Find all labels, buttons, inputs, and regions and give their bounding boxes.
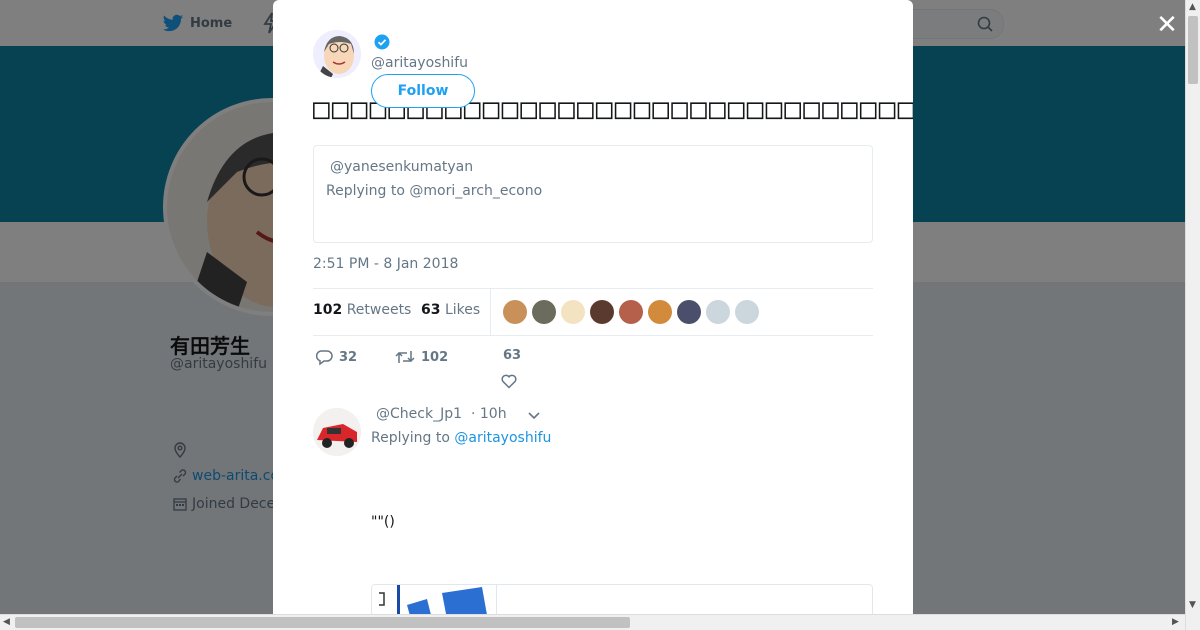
liker-avatar[interactable]: [532, 300, 556, 324]
tweet-author-avatar[interactable]: [313, 30, 361, 78]
liker-avatar[interactable]: [561, 300, 585, 324]
retweets-label: Retweets: [346, 302, 412, 318]
reply-button[interactable]: 32: [315, 348, 357, 366]
stats-divider: [490, 289, 491, 335]
liker-avatars: [503, 300, 759, 324]
reply-author-avatar[interactable]: [313, 408, 361, 456]
heart-icon[interactable]: [500, 372, 518, 390]
scroll-left-arrow[interactable]: ◀: [3, 617, 10, 627]
like-count: 63: [503, 348, 522, 363]
liker-avatar[interactable]: [677, 300, 701, 324]
liker-avatar[interactable]: [590, 300, 614, 324]
horizontal-scroll-thumb[interactable]: [15, 617, 630, 628]
vertical-scrollbar[interactable]: ▲ ▼: [1185, 0, 1200, 630]
like-count-label[interactable]: 63: [503, 348, 521, 363]
reply-time[interactable]: · 10h: [471, 406, 507, 422]
replying-prefix: Replying to: [371, 430, 450, 446]
liker-avatar[interactable]: [619, 300, 643, 324]
scroll-down-arrow[interactable]: ▼: [1189, 600, 1196, 610]
avatar-illustration: [313, 30, 361, 78]
retweets-stat[interactable]: 102 Retweets: [313, 302, 411, 318]
chevron-down-icon[interactable]: [527, 409, 541, 423]
reply-text: ""(): [371, 514, 395, 530]
liker-avatar[interactable]: [706, 300, 730, 324]
reply-author-handle[interactable]: @Check_Jp1: [376, 406, 462, 422]
quoted-tweet-card[interactable]: @yanesenkumatyan Replying to @mori_arch_…: [313, 145, 873, 243]
car-avatar-illustration: [313, 408, 361, 456]
quoted-handle: @yanesenkumatyan: [330, 159, 474, 175]
tweet-actions: 32 102 63: [313, 348, 873, 392]
tweet-stats: 102 Retweets 63 Likes: [313, 288, 873, 336]
retweet-icon: [395, 351, 415, 363]
reply-replying-to: Replying to @aritayoshifu: [371, 430, 551, 446]
tweet-author-handle[interactable]: @aritayoshifu: [371, 55, 468, 71]
thumbnail-illustration: [372, 585, 496, 614]
retweet-count: 102: [421, 349, 449, 365]
close-icon[interactable]: ✕: [1154, 12, 1180, 38]
likes-count: 63: [421, 302, 441, 318]
horizontal-scrollbar[interactable]: ◀ ▶: [0, 614, 1185, 630]
link-preview-card[interactable]: [371, 584, 873, 614]
retweet-button[interactable]: 102: [395, 348, 448, 366]
liker-avatar[interactable]: [503, 300, 527, 324]
link-preview-thumbnail: [372, 585, 497, 614]
reply-count: 32: [339, 349, 358, 365]
likes-label: Likes: [444, 302, 481, 318]
tweet-modal: @aritayoshifu □□□□□□□□□□□□□□□□□□□□□□□□□□…: [273, 0, 913, 614]
follow-button[interactable]: Follow: [371, 74, 475, 108]
reply-icon: [315, 350, 333, 366]
tweet-timestamp[interactable]: 2:51 PM - 8 Jan 2018: [313, 256, 458, 272]
scroll-up-arrow[interactable]: ▲: [1189, 2, 1196, 12]
vertical-scroll-thumb[interactable]: [1188, 16, 1198, 84]
likes-stat[interactable]: 63 Likes: [421, 302, 480, 318]
scroll-right-arrow[interactable]: ▶: [1172, 617, 1179, 627]
liker-avatar[interactable]: [648, 300, 672, 324]
verified-badge-icon: [374, 34, 390, 50]
retweets-count: 102: [313, 302, 343, 318]
liker-avatar[interactable]: [735, 300, 759, 324]
quoted-replying-to: Replying to @mori_arch_econo: [326, 183, 543, 199]
replying-handle-link[interactable]: @aritayoshifu: [454, 430, 551, 446]
